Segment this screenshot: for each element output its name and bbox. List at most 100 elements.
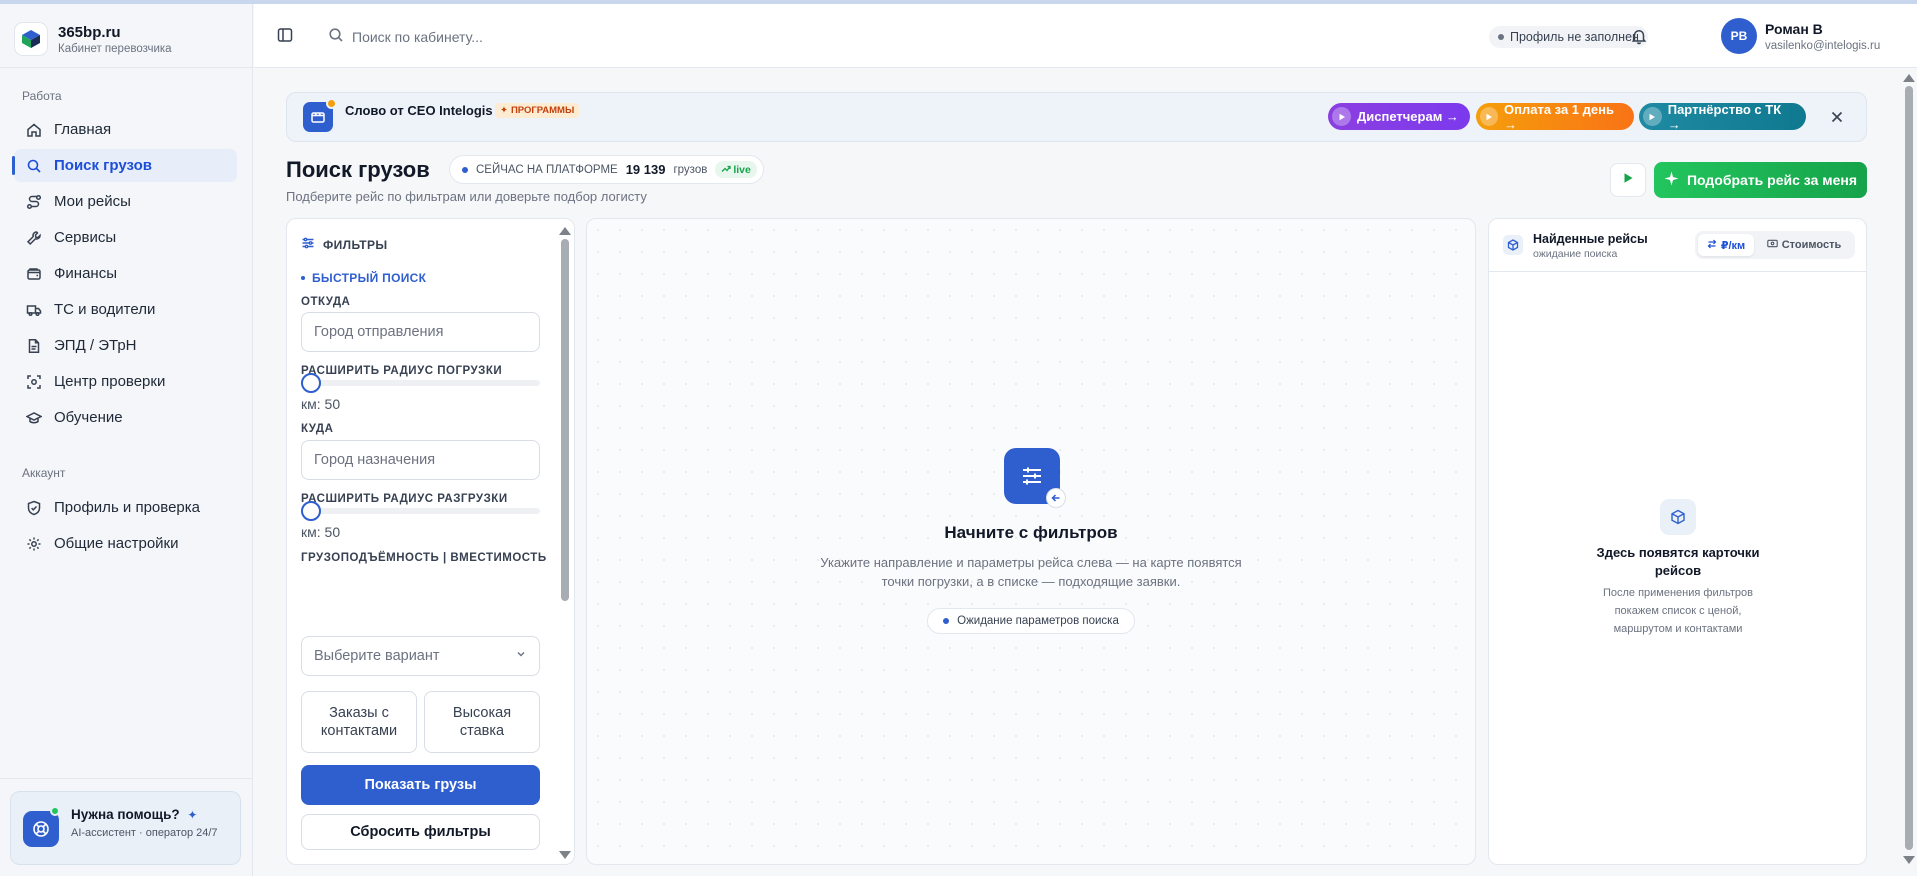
- unload-radius-thumb[interactable]: [301, 501, 321, 521]
- trend-up-icon: [721, 164, 731, 176]
- map-area[interactable]: Начните с фильтров Укажите направление и…: [586, 218, 1476, 865]
- unload-radius-label: РАСШИРИТЬ РАДИУС РАЗГРУЗКИ: [301, 493, 508, 505]
- page-subtitle: Подберите рейс по фильтрам или доверьте …: [286, 189, 647, 204]
- sidebar-item-settings[interactable]: Общие настройки: [14, 527, 237, 560]
- user-name[interactable]: Роман В: [1765, 21, 1823, 37]
- live-label: СЕЙЧАС НА ПЛАТФОРМЕ: [476, 163, 618, 176]
- sidebar-item-label: Финансы: [54, 265, 117, 282]
- load-radius-label: РАСШИРИТЬ РАДИУС ПОГРУЗКИ: [301, 365, 503, 377]
- brand-name: 365bp.ru: [58, 23, 121, 41]
- scroll-down-arrow-icon[interactable]: [559, 851, 571, 859]
- dispatchers-pill-button[interactable]: Диспетчерам →: [1328, 103, 1470, 130]
- sidebar-item-learning[interactable]: Обучение: [14, 401, 237, 434]
- sidebar-item-cargo-search[interactable]: Поиск грузов: [12, 149, 237, 182]
- sidebar-item-vehicles-drivers[interactable]: ТС и водители: [14, 293, 237, 326]
- filters-panel: ФИЛЬТРЫ БЫСТРЫЙ ПОИСК ОТКУДА РАСШИРИТЬ Р…: [286, 218, 575, 865]
- video-icon[interactable]: [303, 98, 337, 132]
- sort-per-km-label: ₽/км: [1720, 239, 1746, 252]
- results-subtitle: ожидание поиска: [1533, 248, 1618, 260]
- profile-status-text: Профиль не заполнен: [1510, 30, 1639, 44]
- sort-toggle: ₽/км Стоимость: [1695, 231, 1855, 259]
- lifebuoy-icon: [23, 811, 59, 847]
- sidebar-item-check-center[interactable]: Центр проверки: [14, 365, 237, 398]
- unload-radius-value: км: 50: [301, 524, 341, 540]
- play-video-button[interactable]: [1610, 163, 1646, 197]
- scroll-up-arrow-icon[interactable]: [559, 227, 571, 235]
- to-label: КУДА: [301, 423, 334, 435]
- wallet-icon: [26, 266, 42, 282]
- auto-match-button[interactable]: Подобрать рейс за меня: [1654, 162, 1867, 198]
- chevron-down-icon: [515, 648, 527, 664]
- page-scrollbar[interactable]: [1901, 68, 1917, 868]
- programs-tag-label: ПРОГРАММЫ: [510, 105, 575, 116]
- banner-title[interactable]: Слово от CEO Intelogis: [345, 103, 493, 118]
- sidebar-toggle-icon[interactable]: [276, 26, 294, 44]
- online-status-dot: [50, 806, 60, 816]
- search-input[interactable]: [352, 29, 732, 45]
- results-panel: Найденные рейсы ожидание поиска ₽/км Сто…: [1488, 218, 1867, 865]
- load-radius-thumb[interactable]: [301, 373, 321, 393]
- partnership-pill-button[interactable]: Партнёрство с ТК →: [1639, 102, 1806, 132]
- scroll-down-arrow-icon[interactable]: [1903, 856, 1915, 864]
- brand[interactable]: 365bp.ru Кабинет перевозчика: [14, 22, 172, 56]
- status-dot: [462, 166, 468, 173]
- contacts-orders-toggle[interactable]: Заказы с контактами: [301, 691, 417, 753]
- banknote-icon: [1766, 239, 1778, 251]
- show-cargo-button[interactable]: Показать грузы: [301, 765, 540, 805]
- sort-per-km-tab[interactable]: ₽/км: [1698, 234, 1754, 256]
- to-city-input[interactable]: [301, 440, 540, 480]
- programs-tag: ✦ ПРОГРАММЫ: [495, 103, 580, 118]
- brand-logo-icon: [14, 22, 48, 56]
- sidebar-item-label: Обучение: [54, 409, 123, 426]
- sidebar-item-label: Мои рейсы: [54, 193, 131, 210]
- play-icon: [1643, 107, 1662, 126]
- load-radius-value: км: 50: [301, 396, 341, 412]
- play-icon: [1480, 107, 1499, 126]
- capacity-select[interactable]: Выберите вариант: [301, 636, 540, 676]
- unload-radius-track[interactable]: [313, 508, 540, 514]
- sidebar-item-profile[interactable]: Профиль и проверка: [14, 491, 237, 524]
- sidebar-item-epd[interactable]: ЭПД / ЭТрН: [14, 329, 237, 362]
- results-header: Найденные рейсы ожидание поиска ₽/км Сто…: [1489, 219, 1866, 272]
- box-icon: [1503, 235, 1523, 255]
- status-dot: [1498, 34, 1504, 40]
- live-counter-badge: СЕЙЧАС НА ПЛАТФОРМЕ 19 139 грузов live: [449, 155, 764, 184]
- document-icon: [26, 338, 42, 354]
- close-icon[interactable]: [1829, 109, 1845, 125]
- sidebar-item-finance[interactable]: Финансы: [14, 257, 237, 290]
- sidebar-item-home[interactable]: Главная: [14, 113, 237, 146]
- search-bar: [318, 21, 748, 53]
- payment-pill-button[interactable]: Оплата за 1 день →: [1476, 102, 1634, 132]
- search-status-badge: Ожидание параметров поиска: [927, 608, 1135, 634]
- sidebar-item-services[interactable]: Сервисы: [14, 221, 237, 254]
- help-card[interactable]: Нужна помощь? ✦ AI-ассистент · оператор …: [10, 791, 241, 865]
- profile-status-badge[interactable]: Профиль не заполнен: [1489, 26, 1648, 48]
- gear-icon: [26, 536, 42, 552]
- from-city-input[interactable]: [301, 312, 540, 352]
- filters-header: ФИЛЬТРЫ: [301, 236, 388, 253]
- avatar[interactable]: РВ: [1721, 18, 1757, 54]
- filters-scrollbar[interactable]: [557, 219, 573, 864]
- nav-work: Главная Поиск грузов Мои рейсы Сервисы Ф…: [12, 113, 237, 437]
- bell-icon[interactable]: [1630, 27, 1648, 45]
- search-icon: [26, 158, 42, 174]
- scrollbar-thumb[interactable]: [1905, 86, 1913, 850]
- user-email: vasilenko@intelogis.ru: [1765, 40, 1881, 52]
- load-radius-track[interactable]: [313, 380, 540, 386]
- sort-cost-tab[interactable]: Стоимость: [1758, 234, 1850, 256]
- quick-search-tab[interactable]: БЫСТРЫЙ ПОИСК: [301, 271, 426, 285]
- sidebar-item-label: Центр проверки: [54, 373, 166, 390]
- box-icon: [1660, 499, 1696, 535]
- pill-label: Диспетчерам →: [1357, 109, 1459, 124]
- tag-icon: ✦: [500, 105, 508, 116]
- nav-account: Профиль и проверка Общие настройки: [14, 491, 237, 563]
- sidebar-item-my-trips[interactable]: Мои рейсы: [14, 185, 237, 218]
- reset-filters-button[interactable]: Сбросить фильтры: [301, 814, 540, 850]
- scroll-up-arrow-icon[interactable]: [1903, 74, 1915, 82]
- high-rate-toggle[interactable]: Высокая ставка: [424, 691, 540, 753]
- sidebar-item-label: Главная: [54, 121, 112, 138]
- section-label-work: Работа: [22, 89, 62, 103]
- scrollbar-thumb[interactable]: [561, 239, 569, 601]
- sidebar-item-label: ЭПД / ЭТрН: [54, 337, 137, 354]
- help-subtitle: AI-ассистент · оператор 24/7: [71, 827, 218, 839]
